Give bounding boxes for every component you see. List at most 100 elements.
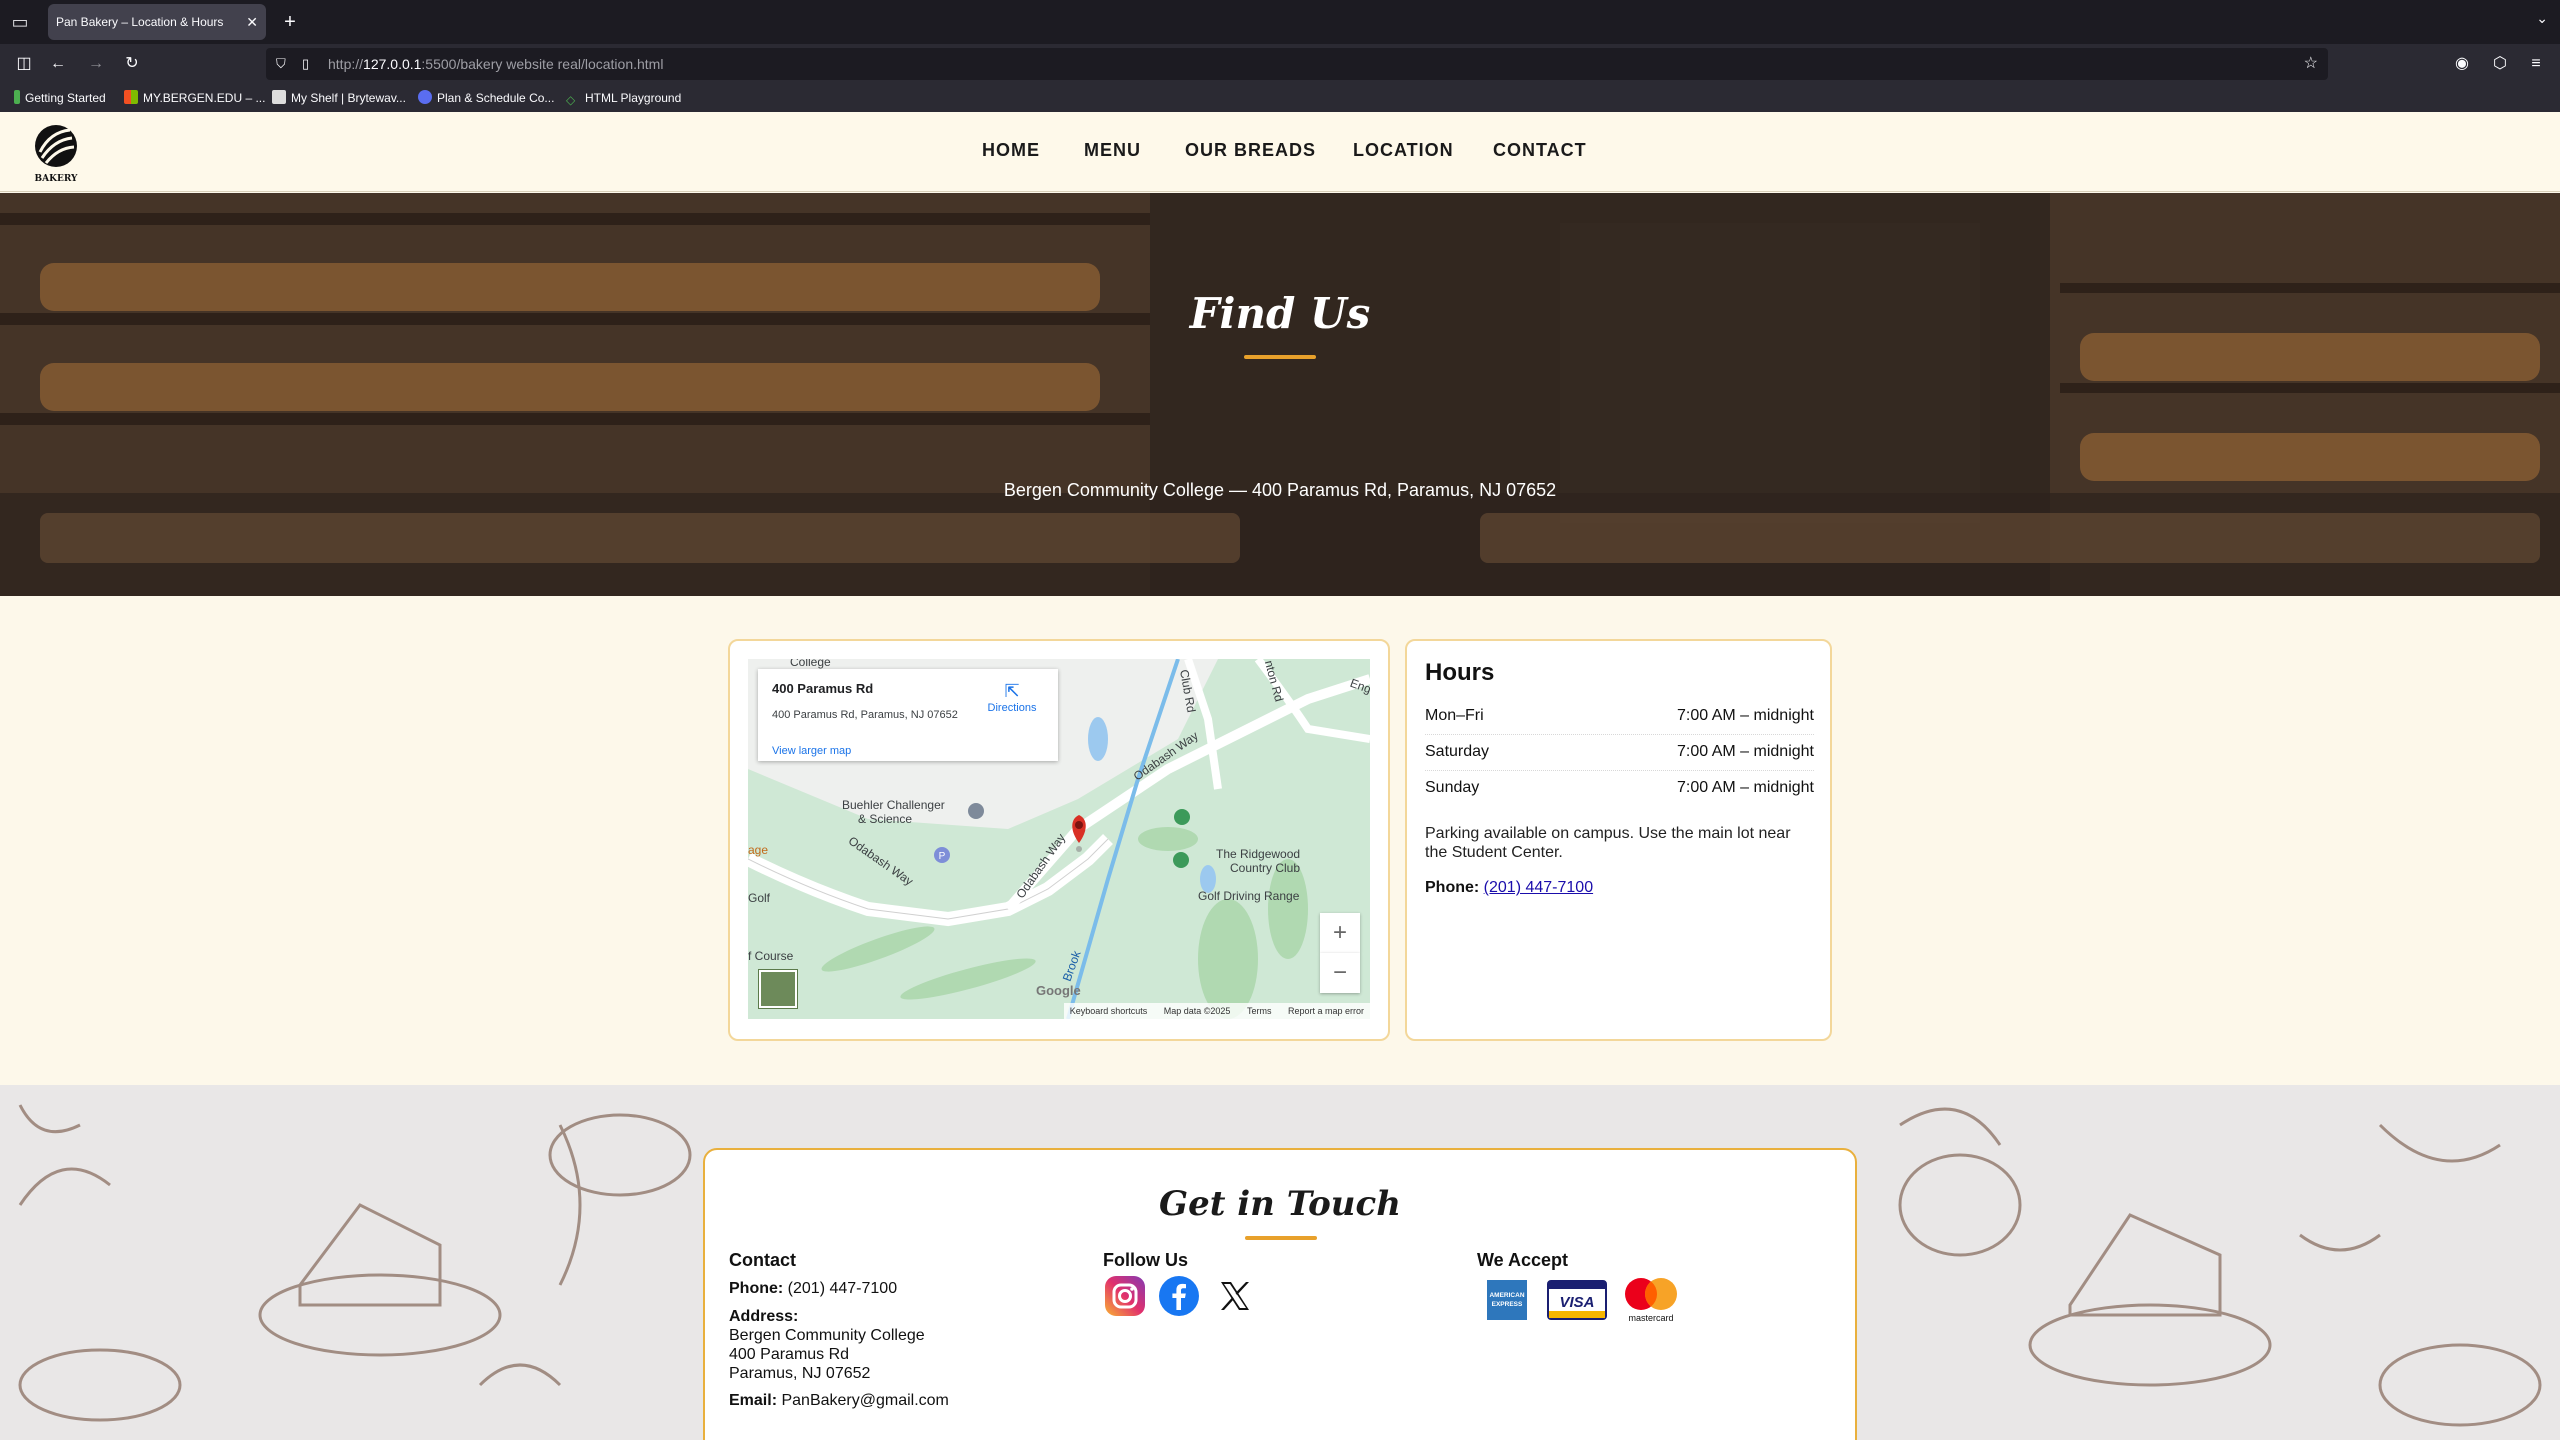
phone-link[interactable]: (201) 447-7100 [1484, 879, 1593, 896]
x-twitter-icon[interactable] [1215, 1276, 1255, 1316]
main-nav: HOME MENU OUR BREADS LOCATION CONTACT [0, 112, 2560, 192]
map-label-college: College [790, 659, 831, 669]
hours-row: Mon–Fri 7:00 AM – midnight [1425, 699, 1814, 735]
phone-label: Phone: [729, 1280, 784, 1297]
svg-text:EXPRESS: EXPRESS [1492, 1301, 1523, 1308]
bookmark-item[interactable]: Plan & Schedule Co... [418, 84, 554, 112]
tab-list-icon[interactable]: ▭ [8, 10, 32, 34]
firefox-icon [14, 90, 20, 104]
chevron-down-icon[interactable]: ⌄ [2536, 10, 2548, 27]
nav-location[interactable]: LOCATION [1353, 140, 1454, 161]
map-attribution: Keyboard shortcuts Map data ©2025 Terms … [1063, 1003, 1370, 1019]
url-text[interactable]: http://127.0.0.1:5500/bakery website rea… [328, 48, 663, 80]
address-label: Address: [729, 1308, 798, 1326]
mastercard-icon: mastercard [1619, 1274, 1683, 1329]
account-icon[interactable]: ◉ [2448, 50, 2476, 78]
shield-icon[interactable]: ⛉ [276, 48, 286, 80]
map-data-text: Map data ©2025 [1163, 1006, 1231, 1016]
phone-value[interactable]: (201) 447-7100 [788, 1280, 897, 1297]
terms-link[interactable]: Terms [1247, 1006, 1272, 1016]
svg-text:VISA: VISA [1559, 1294, 1594, 1311]
bookmark-item[interactable]: My Shelf | Brytewav... [272, 84, 406, 112]
follow-heading: Follow Us [1103, 1250, 1188, 1270]
address-line: 400 Paramus Rd [729, 1346, 850, 1363]
tab-title: Pan Bakery – Location & Hours [56, 15, 224, 29]
phone-label: Phone: [1425, 879, 1480, 896]
hours-card: Hours Mon–Fri 7:00 AM – midnight Saturda… [1405, 639, 1832, 1041]
hours-title: Hours [1425, 659, 1495, 686]
nav-contact[interactable]: CONTACT [1493, 140, 1587, 161]
bookmark-item[interactable]: ◇ HTML Playground [566, 84, 681, 112]
browser-navbar: ◫ ← → ↻ ⛉ ▯ http://127.0.0.1:5500/bakery… [0, 44, 2560, 84]
map-place-title: 400 Paramus Rd [772, 681, 874, 696]
nav-home[interactable]: HOME [982, 140, 1040, 161]
facebook-icon[interactable] [1159, 1276, 1199, 1316]
hours-row: Sunday 7:00 AM – midnight [1425, 771, 1814, 807]
parking-note: Parking available on campus. Use the mai… [1425, 825, 1791, 861]
svg-text:P: P [939, 851, 946, 862]
bookmark-star-icon[interactable]: ☆ [2304, 48, 2318, 80]
hero-subtitle: Bergen Community College — 400 Paramus R… [1003, 480, 1557, 500]
contact-heading: Contact [729, 1250, 796, 1270]
extensions-icon[interactable]: ⬡ [2486, 50, 2514, 78]
site-header: BAKERY HOME MENU OUR BREADS LOCATION CON… [0, 112, 2560, 192]
keyboard-shortcuts-link[interactable]: Keyboard shortcuts [1070, 1006, 1148, 1016]
active-tab[interactable]: Pan Bakery – Location & Hours ✕ [48, 4, 266, 40]
page-icon[interactable]: ▯ [302, 48, 309, 80]
embedded-map[interactable]: P Buehler Challenger & Science The Ridge… [748, 659, 1370, 1019]
address-label-text: Address: [729, 1308, 799, 1325]
instagram-icon[interactable] [1105, 1276, 1145, 1316]
email-label: Email: [729, 1392, 778, 1409]
hero-banner: Find Us Bergen Community College — 400 P… [0, 193, 2560, 596]
address-line: Bergen Community College [729, 1327, 925, 1344]
email-value[interactable]: PanBakery@gmail.com [781, 1392, 948, 1409]
hours-day: Mon–Fri [1425, 707, 1484, 724]
map-label-ridgewood: Country Club [1230, 861, 1301, 875]
bookmark-item[interactable]: Getting Started [14, 84, 106, 112]
map-label-course: f Course [748, 949, 794, 963]
svg-text:AMERICAN: AMERICAN [1489, 1292, 1524, 1299]
contact-title: Get in Touch [1159, 1184, 1401, 1224]
microsoft-icon [124, 90, 138, 104]
nav-menu[interactable]: MENU [1084, 140, 1141, 161]
hours-phone: Phone: (201) 447-7100 [1425, 879, 1593, 897]
map-place-address: 400 Paramus Rd, Paramus, NJ 07652 [772, 709, 958, 721]
zoom-out-button[interactable]: − [1320, 953, 1360, 993]
browser-tabbar: ▭ Pan Bakery – Location & Hours ✕ + ⌄ [0, 0, 2560, 44]
hours-row: Saturday 7:00 AM – midnight [1425, 735, 1814, 771]
contact-card: Get in Touch Contact Phone: (201) 447-71… [703, 1148, 1857, 1440]
hours-day: Saturday [1425, 743, 1490, 760]
bookmark-item[interactable]: MY.BERGEN.EDU – ... [124, 84, 265, 112]
address-bar[interactable]: ⛉ ▯ http://127.0.0.1:5500/bakery website… [266, 48, 2328, 80]
directions-button[interactable]: ⇱ Directions [984, 681, 1040, 714]
svg-text:mastercard: mastercard [1628, 1313, 1673, 1323]
title-underline [1245, 1236, 1317, 1240]
view-larger-map-link[interactable]: View larger map [772, 745, 851, 757]
google-logo: Google [1036, 983, 1081, 998]
close-tab-icon[interactable]: ✕ [246, 4, 258, 40]
title-underline [1244, 355, 1316, 359]
bookmarks-bar: Getting Started MY.BERGEN.EDU – ... My S… [0, 84, 2560, 112]
contact-email: Email: PanBakery@gmail.com [729, 1392, 949, 1410]
hours-day: Sunday [1425, 779, 1480, 796]
hours-time: 7:00 AM – midnight [1677, 707, 1814, 724]
back-icon[interactable]: ← [44, 50, 72, 78]
new-tab-icon[interactable]: + [278, 8, 302, 36]
sidebar-toggle-icon[interactable]: ◫ [10, 50, 38, 78]
page-icon [272, 90, 286, 104]
nav-our-breads[interactable]: OUR BREADS [1185, 140, 1316, 161]
map-label-edge: age [748, 843, 769, 857]
hours-time: 7:00 AM – midnight [1677, 779, 1814, 796]
directions-label: Directions [987, 702, 1037, 714]
page: BAKERY HOME MENU OUR BREADS LOCATION CON… [0, 112, 2560, 1440]
amex-icon: AMERICAN EXPRESS [1487, 1280, 1527, 1325]
zoom-in-button[interactable]: + [1320, 913, 1360, 953]
calendar-icon [418, 90, 432, 104]
map-place-card: 400 Paramus Rd 400 Paramus Rd, Paramus, … [758, 669, 1058, 761]
forward-icon[interactable]: → [82, 50, 110, 78]
report-error-link[interactable]: Report a map error [1288, 1006, 1364, 1016]
reload-icon[interactable]: ↻ [118, 50, 146, 78]
contact-phone: Phone: (201) 447-7100 [729, 1280, 897, 1298]
menu-icon[interactable]: ≡ [2522, 50, 2550, 78]
map-card: P Buehler Challenger & Science The Ridge… [728, 639, 1390, 1041]
